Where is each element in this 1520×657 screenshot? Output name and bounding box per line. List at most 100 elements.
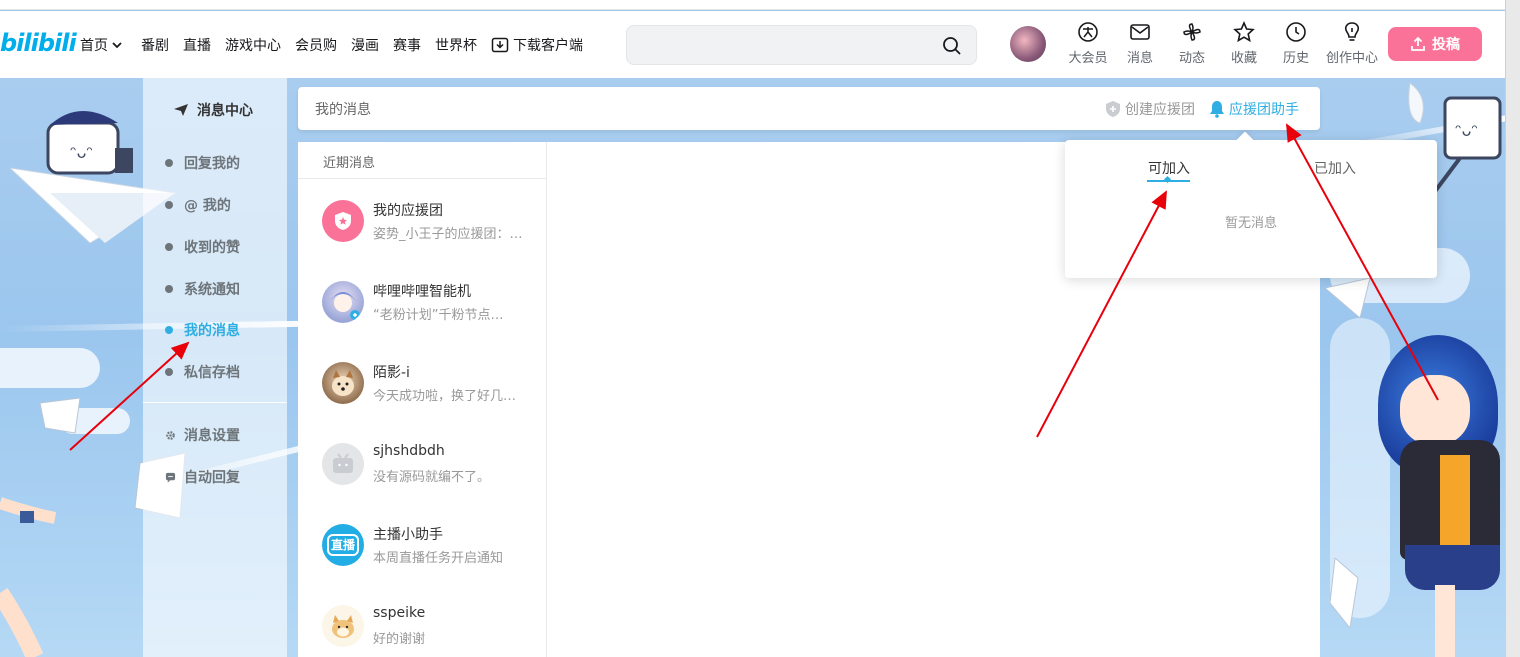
- nav-anime[interactable]: 番剧: [141, 35, 169, 55]
- bullet-icon: [165, 368, 173, 376]
- nav-world-cup[interactable]: 世界杯: [435, 35, 477, 55]
- dynamics-button[interactable]: 动态: [1166, 21, 1218, 66]
- nav-game-center[interactable]: 游戏中心: [225, 35, 281, 55]
- list-item[interactable]: 直播 主播小助手 本周直播任务开启通知: [298, 504, 547, 585]
- download-icon: [491, 37, 509, 52]
- default-tv-avatar-icon: [333, 453, 353, 473]
- list-item[interactable]: 我的应援团 姿势_小王子的应援团：…: [298, 180, 547, 261]
- header-right-icons: 大会员 消息 动态 收藏 历史 创作中心: [1062, 21, 1382, 66]
- browser-scrollbar[interactable]: [1505, 0, 1520, 657]
- history-button[interactable]: 历史: [1270, 21, 1322, 66]
- conversation-preview: 本周直播任务开启通知: [373, 551, 504, 566]
- page-title: 我的消息: [315, 102, 371, 118]
- badge-icon: [335, 212, 351, 230]
- sidebar-item-my-messages[interactable]: 我的消息: [165, 320, 240, 340]
- conversation-name: sspeike: [373, 605, 426, 621]
- paper-scrap-illustration: [1325, 278, 1371, 319]
- sidebar-item-likes[interactable]: 收到的赞: [165, 237, 240, 257]
- sidebar-title: 消息中心: [173, 100, 253, 120]
- nav-home-label: 首页: [80, 37, 108, 54]
- conversation-preview: 姿势_小王子的应援团：…: [373, 227, 523, 242]
- search-input[interactable]: [626, 25, 977, 65]
- messages-button[interactable]: 消息: [1114, 21, 1166, 66]
- vip-icon: [1078, 22, 1098, 42]
- support-group-helper-button[interactable]: 应援团助手: [1209, 99, 1299, 119]
- sidebar-item-label: 系统通知: [184, 282, 240, 298]
- list-item[interactable]: 陌影-i 今天成功啦，换了好几…: [298, 342, 547, 423]
- sidebar-item-label: 收到的赞: [184, 240, 240, 256]
- sidebar-item-mentions[interactable]: @ 我的: [165, 195, 231, 215]
- list-item[interactable]: 哔哩哔哩智能机 “老粉计划”千粉节点…: [298, 261, 547, 342]
- dog-avatar-icon: [332, 370, 354, 396]
- sidebar-item-label: 自动回复: [184, 470, 240, 486]
- sidebar-item-label: 回复我的: [184, 156, 240, 172]
- creator-center-button[interactable]: 创作中心: [1322, 21, 1382, 66]
- nav-manga[interactable]: 漫画: [351, 35, 379, 55]
- conversation-name: 我的应援团: [373, 203, 443, 219]
- conversation-preview: “老粉计划”千粉节点…: [373, 308, 504, 323]
- sidebar-item-dm-archive[interactable]: 私信存档: [165, 362, 240, 382]
- paper-scrap-illustration: [1330, 558, 1359, 628]
- conversation-preview: 好的谢谢: [373, 632, 426, 647]
- avatar: [322, 605, 364, 647]
- avatar: [322, 362, 364, 404]
- support-group-helper-label: 应援团助手: [1229, 102, 1299, 118]
- avatar: [322, 200, 364, 242]
- shield-icon: [1106, 101, 1120, 117]
- paper-scrap-illustration: [39, 398, 81, 434]
- upload-icon: [1411, 36, 1425, 51]
- bulb-icon: [1344, 22, 1360, 41]
- vip-button[interactable]: 大会员: [1062, 21, 1114, 66]
- nav-esports[interactable]: 赛事: [393, 35, 421, 55]
- message-center-sidebar: 消息中心 回复我的 @ 我的 收到的赞 系统通知 我的消息 私信存档 消息设置 …: [143, 78, 287, 657]
- tab-joined[interactable]: 已加入: [1314, 158, 1356, 178]
- upload-label: 投稿: [1432, 37, 1460, 53]
- bullet-icon: [165, 285, 173, 293]
- avatar: [322, 443, 364, 485]
- favorites-button[interactable]: 收藏: [1218, 21, 1270, 66]
- create-support-group-button[interactable]: 创建应援团: [1105, 99, 1195, 119]
- bilibili-logo[interactable]: bilibili: [0, 29, 77, 57]
- clock-icon: [1286, 22, 1306, 42]
- conversation-name: 陌影-i: [373, 365, 410, 381]
- conversation-preview: 今天成功啦，换了好几…: [373, 389, 517, 404]
- sidebar-item-system-notices[interactable]: 系统通知: [165, 279, 240, 299]
- sidebar-divider: [143, 402, 287, 403]
- upload-button[interactable]: 投稿: [1388, 27, 1482, 61]
- tab-joinable[interactable]: 可加入: [1148, 158, 1190, 178]
- svg-text:ᵔᴗᵔ: ᵔᴗᵔ: [70, 143, 93, 162]
- window-top-edge: [0, 0, 1505, 10]
- recent-conversations-list: 近期消息 我的应援团 姿势_小王子的应援团：… 哔哩哔哩智能机 “老粉计划”千粉…: [298, 142, 547, 657]
- bullet-icon: [165, 243, 173, 251]
- search-icon[interactable]: [942, 36, 962, 56]
- user-avatar[interactable]: [1010, 26, 1046, 62]
- nav-live[interactable]: 直播: [183, 35, 211, 55]
- windmill-icon: [1183, 23, 1201, 41]
- sidebar-item-replies[interactable]: 回复我的: [165, 153, 240, 173]
- live-badge: 直播: [326, 534, 359, 556]
- creator-center-label: 创作中心: [1325, 51, 1378, 66]
- chevron-down-icon: [112, 41, 122, 48]
- nav-home[interactable]: 首页: [80, 35, 127, 55]
- paper-plane-icon: [174, 104, 188, 116]
- list-item[interactable]: sjhshdbdh 没有源码就编不了。: [298, 423, 547, 504]
- bell-icon: [1210, 101, 1224, 118]
- sidebar-item-label: 私信存档: [184, 365, 240, 381]
- avatar: 直播: [322, 524, 364, 566]
- chat-icon: [165, 472, 176, 483]
- star-icon: [1233, 21, 1255, 43]
- sidebar-item-message-settings[interactable]: 消息设置: [165, 425, 240, 445]
- tv-robot-illustration: ᵔᴗᵔ: [46, 110, 133, 175]
- nav-download-client[interactable]: 下载客户端: [491, 35, 583, 55]
- list-item[interactable]: sspeike 好的谢谢: [298, 585, 547, 657]
- bullet-icon: [165, 159, 173, 167]
- empty-state-text: 暂无消息: [1224, 216, 1277, 231]
- dynamics-label: 动态: [1178, 51, 1205, 66]
- nav-download-label: 下载客户端: [513, 37, 583, 54]
- nav-member-shop[interactable]: 会员购: [295, 35, 337, 55]
- my-messages-header: 我的消息 创建应援团 应援团助手: [298, 87, 1320, 130]
- vip-label: 大会员: [1068, 51, 1108, 66]
- bullet-icon: [165, 326, 173, 334]
- sidebar-item-auto-reply[interactable]: 自动回复: [165, 467, 240, 487]
- avatar: [322, 281, 364, 323]
